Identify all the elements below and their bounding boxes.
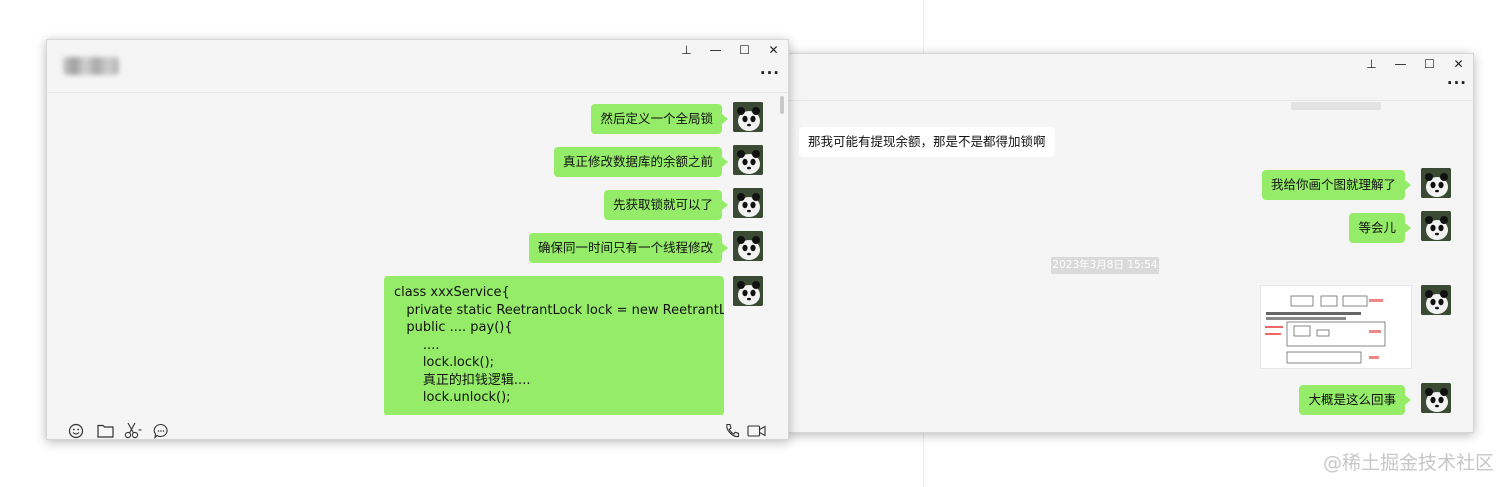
header-divider: [787, 100, 1473, 101]
timestamp-badge: 2023年3月8日 15:54: [1051, 257, 1159, 274]
maximize-button[interactable]: ☐: [1415, 54, 1444, 74]
chat-window-right: ⊥ — ☐ ✕ ··· 那我可能有提现余额，那是不是都得加锁啊 我给你画个图就理…: [786, 53, 1474, 433]
chat-window-left: ⊥ — ☐ ✕ ··· 然后定义一个全局锁 真正修改数据库的余额之前 先获取锁就…: [46, 39, 789, 440]
avatar[interactable]: [1421, 211, 1451, 241]
message-bubble[interactable]: 然后定义一个全局锁: [591, 104, 728, 134]
previous-message-stub: [1291, 102, 1381, 110]
code-message-bubble[interactable]: class xxxService{ private static Reetran…: [384, 276, 724, 416]
emoji-icon[interactable]: [68, 423, 84, 439]
close-button[interactable]: ✕: [1444, 54, 1473, 74]
message-bubble[interactable]: 确保同一时间只有一个线程修改: [528, 233, 729, 263]
code-line: class xxxService{: [394, 285, 510, 300]
outgoing-message: 等会儿: [1349, 213, 1411, 243]
folder-icon[interactable]: [97, 423, 114, 439]
maximize-button[interactable]: ☐: [730, 40, 759, 60]
avatar[interactable]: [733, 145, 763, 175]
pin-icon[interactable]: ⊥: [672, 40, 701, 60]
watermark: @稀土掘金技术社区: [1322, 452, 1494, 474]
code-line: private static ReetrantLock lock = new R…: [406, 302, 724, 318]
avatar[interactable]: [1421, 168, 1451, 198]
avatar[interactable]: [733, 276, 763, 306]
message-bubble[interactable]: 大概是这么回事: [1299, 385, 1411, 415]
blurred-contact-name: [63, 57, 119, 75]
incoming-message: 那我可能有提现余额，那是不是都得加锁啊: [799, 127, 1055, 157]
outgoing-message: 然后定义一个全局锁: [591, 104, 728, 134]
more-options-icon[interactable]: ···: [760, 64, 780, 82]
avatar[interactable]: [733, 188, 763, 218]
window-controls: ⊥ — ☐ ✕: [1357, 54, 1473, 76]
outgoing-message: 先获取锁就可以了: [603, 190, 729, 220]
diagram-image-message[interactable]: [1260, 285, 1412, 369]
avatar[interactable]: [1421, 285, 1451, 315]
outgoing-message: 确保同一时间只有一个线程修改: [528, 233, 729, 263]
outgoing-message: 我给你画个图就理解了: [1261, 170, 1412, 200]
voice-call-icon[interactable]: [724, 423, 740, 439]
diagram-thumbnail: [1265, 295, 1386, 364]
video-call-icon[interactable]: [747, 424, 766, 439]
close-button[interactable]: ✕: [759, 40, 788, 60]
message-bubble[interactable]: 我给你画个图就理解了: [1261, 170, 1412, 200]
incoming-message-bubble[interactable]: 那我可能有提现余额，那是不是都得加锁啊: [799, 127, 1055, 157]
outgoing-message: 真正修改数据库的余额之前: [553, 147, 729, 177]
message-bubble[interactable]: 等会儿: [1349, 213, 1411, 243]
minimize-button[interactable]: —: [701, 40, 730, 60]
code-line: lock.lock();: [394, 355, 495, 370]
header-divider: [47, 92, 788, 93]
message-bubble[interactable]: 真正修改数据库的余额之前: [553, 147, 729, 177]
scrollbar[interactable]: [780, 96, 784, 114]
code-line: ....: [394, 337, 440, 353]
avatar[interactable]: [1421, 383, 1451, 413]
minimize-button[interactable]: —: [1386, 54, 1415, 74]
window-controls: ⊥ — ☐ ✕: [672, 40, 788, 62]
pin-icon[interactable]: ⊥: [1357, 54, 1386, 74]
avatar[interactable]: [733, 102, 763, 132]
code-line: 真正的扣钱逻辑....: [394, 372, 531, 388]
outgoing-message: 大概是这么回事: [1299, 385, 1411, 415]
avatar[interactable]: [733, 231, 763, 261]
input-toolbar: [47, 415, 788, 439]
message-bubble[interactable]: 先获取锁就可以了: [603, 190, 729, 220]
code-line: public .... pay(){: [394, 320, 513, 335]
more-options-icon[interactable]: ···: [1447, 74, 1467, 92]
screenshot-scissors-icon[interactable]: [124, 422, 142, 439]
chat-history-icon[interactable]: [153, 423, 169, 439]
code-line: lock.unlock();: [394, 390, 511, 405]
